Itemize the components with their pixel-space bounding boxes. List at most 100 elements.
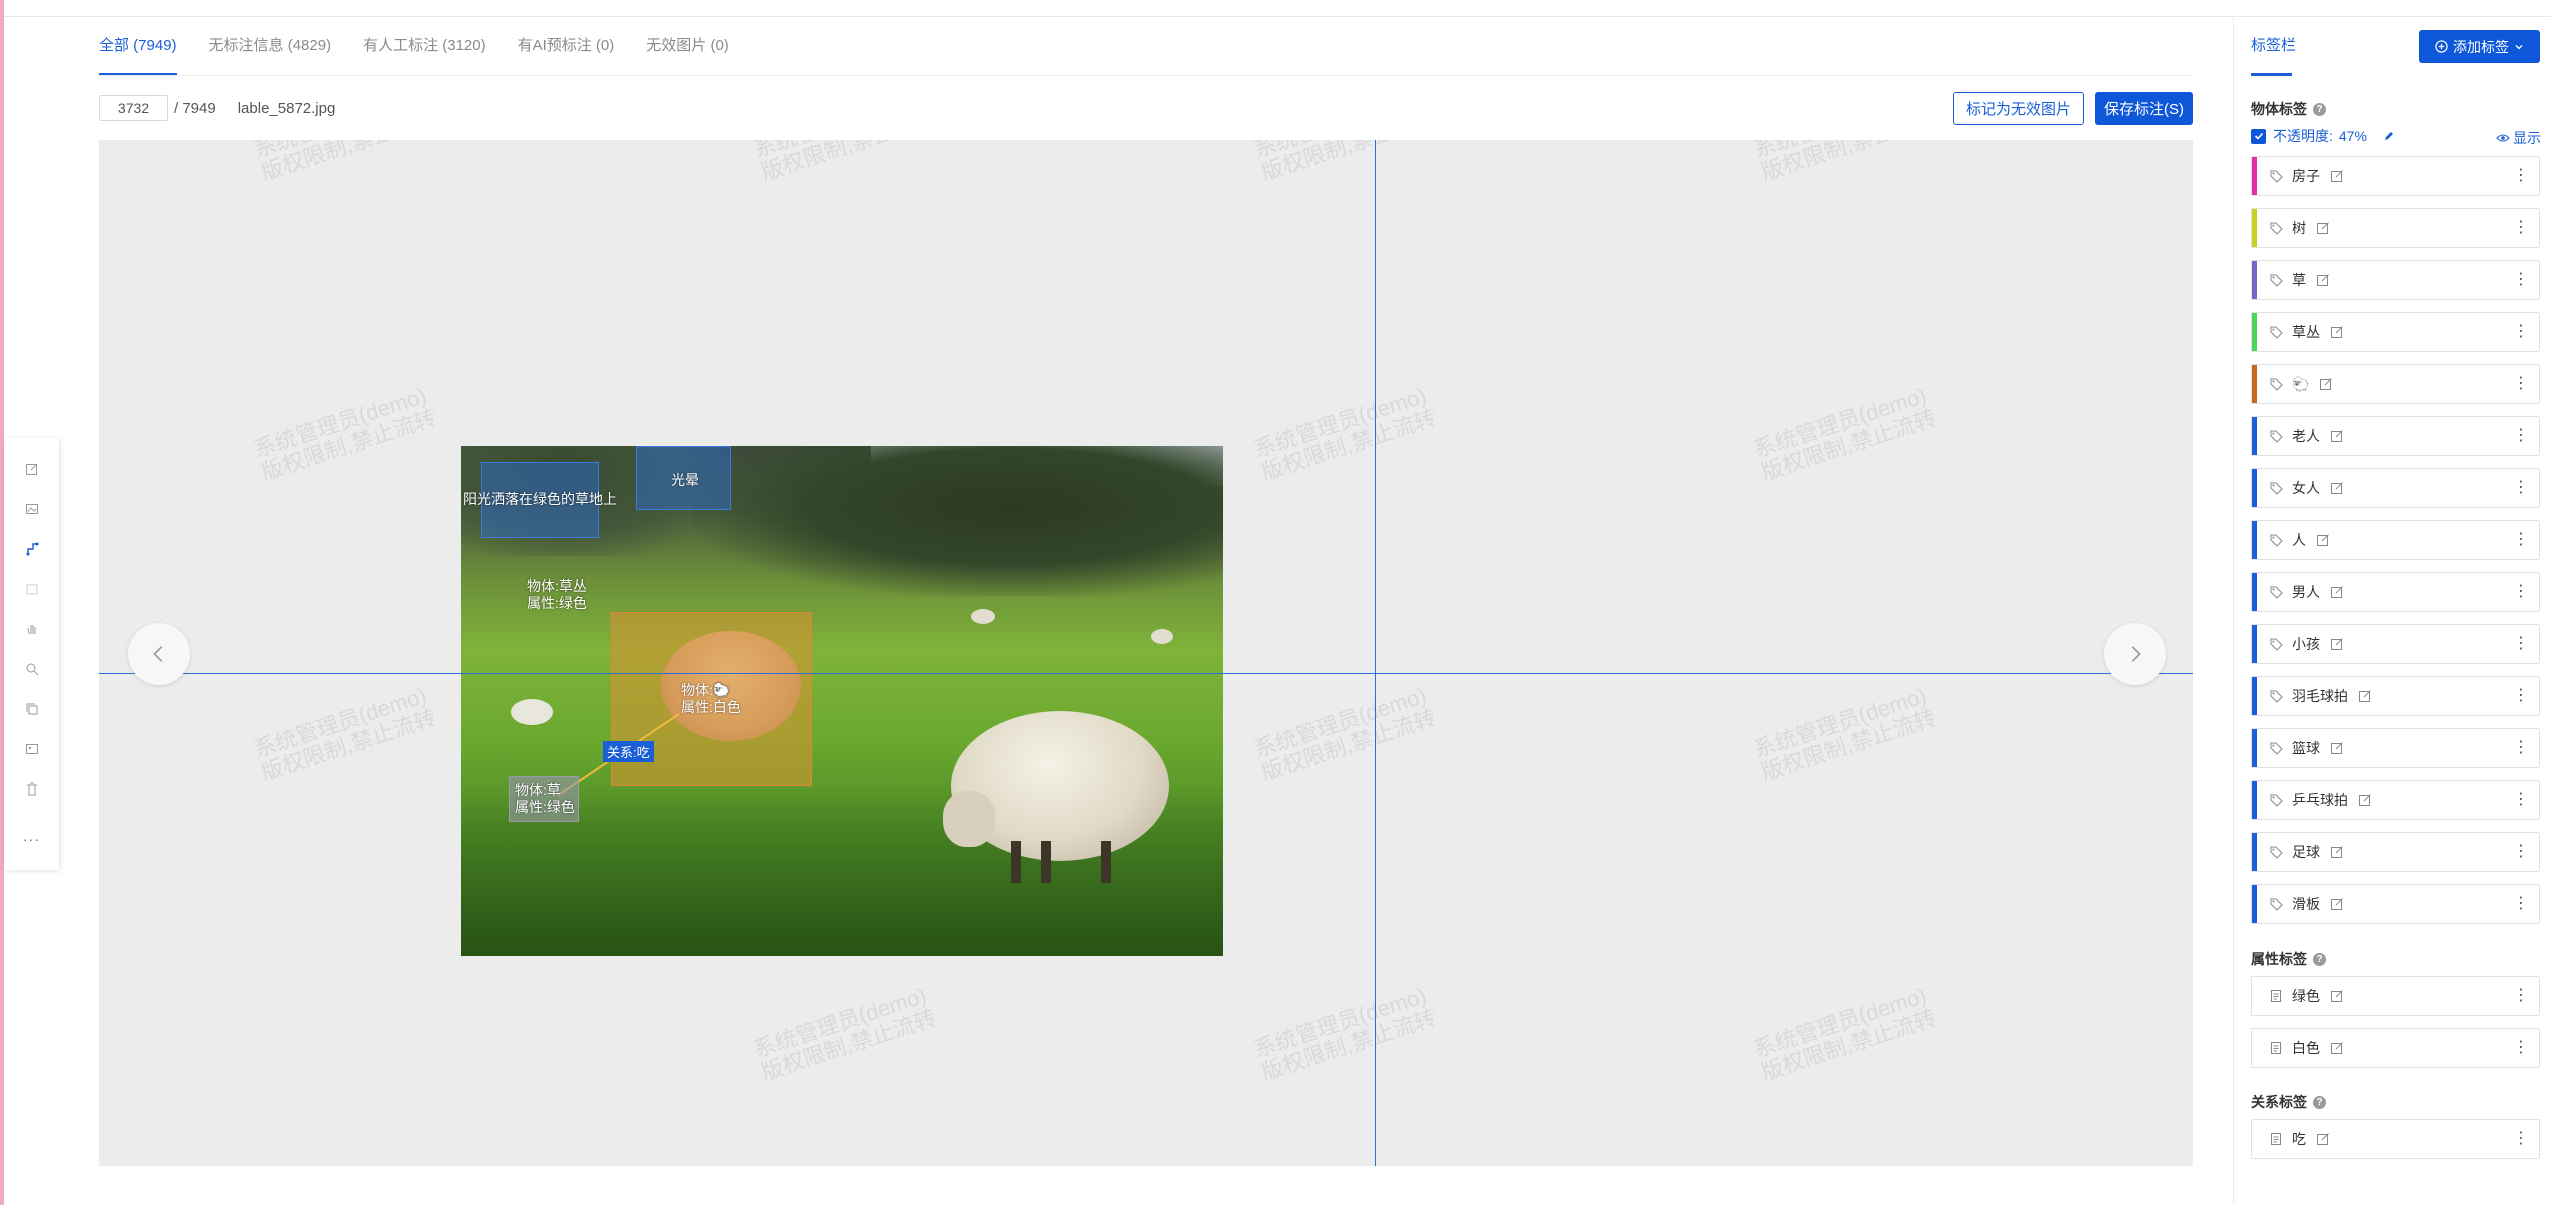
tag-color-stripe bbox=[2252, 833, 2257, 871]
edit-icon[interactable] bbox=[2330, 585, 2344, 599]
delete-tool-button[interactable] bbox=[4, 769, 59, 809]
edit-icon[interactable] bbox=[2358, 793, 2372, 807]
relation-tag-card[interactable]: 吃 ⋮ bbox=[2251, 1119, 2540, 1159]
more-vertical-icon[interactable]: ⋮ bbox=[2513, 583, 2529, 601]
edit-icon[interactable] bbox=[2330, 845, 2344, 859]
tag-color-stripe bbox=[2252, 781, 2257, 819]
save-annotation-button[interactable]: 保存标注(S) bbox=[2095, 92, 2193, 125]
more-vertical-icon[interactable]: ⋮ bbox=[2513, 739, 2529, 757]
tag-name: 足球 bbox=[2292, 844, 2320, 860]
watermark-line: 系统管理员(demo) bbox=[1750, 682, 1930, 763]
more-vertical-icon[interactable]: ⋮ bbox=[2513, 635, 2529, 653]
show-toggle[interactable]: 显示 bbox=[2496, 128, 2541, 148]
more-vertical-icon[interactable]: ⋮ bbox=[2513, 531, 2529, 549]
edit-icon[interactable] bbox=[2316, 533, 2330, 547]
edit-icon[interactable] bbox=[2330, 325, 2344, 339]
more-vertical-icon[interactable]: ⋮ bbox=[2513, 687, 2529, 705]
help-icon[interactable]: ? bbox=[2313, 1095, 2326, 1109]
copy-tool-button[interactable] bbox=[4, 689, 59, 729]
object-tag-card[interactable]: 房子 ⋮ bbox=[2251, 156, 2540, 196]
more-vertical-icon[interactable]: ⋮ bbox=[2513, 843, 2529, 861]
more-vertical-icon[interactable]: ⋮ bbox=[2513, 791, 2529, 809]
object-tag-card[interactable]: 篮球 ⋮ bbox=[2251, 728, 2540, 768]
more-vertical-icon[interactable]: ⋮ bbox=[2513, 479, 2529, 497]
edit-icon[interactable] bbox=[2330, 1041, 2344, 1055]
opacity-label: 不透明度: bbox=[2273, 128, 2333, 144]
watermark-line: 版权限制,禁止流转 bbox=[258, 404, 440, 485]
crop-tool-button[interactable] bbox=[4, 569, 59, 609]
edit-icon[interactable] bbox=[2330, 989, 2344, 1003]
watermark-line: 版权限制,禁止流转 bbox=[1258, 704, 1440, 785]
pencil-icon[interactable] bbox=[2383, 130, 2395, 142]
previous-image-button[interactable] bbox=[128, 623, 190, 685]
edit-icon[interactable] bbox=[2330, 637, 2344, 651]
rectangle-tool-button[interactable] bbox=[4, 449, 59, 489]
hand-tool-button[interactable] bbox=[4, 609, 59, 649]
tag-name: 白色 bbox=[2292, 1040, 2320, 1056]
watermark-line: 系统管理员(demo) bbox=[1250, 382, 1430, 463]
opacity-checkbox[interactable] bbox=[2251, 128, 2266, 144]
more-vertical-icon[interactable]: ⋮ bbox=[2513, 375, 2529, 393]
edit-icon[interactable] bbox=[2330, 429, 2344, 443]
object-tag-card[interactable]: 草 ⋮ bbox=[2251, 260, 2540, 300]
attribute-tag-card[interactable]: 绿色 ⋮ bbox=[2251, 976, 2540, 1016]
edit-icon[interactable] bbox=[2316, 221, 2330, 235]
picture-tool-button[interactable] bbox=[4, 729, 59, 769]
tab-all[interactable]: 全部 (7949) bbox=[99, 18, 177, 76]
tag-color-stripe bbox=[2252, 521, 2257, 559]
polygon-tool-button[interactable] bbox=[4, 529, 59, 569]
object-tag-card[interactable]: 🐑 ⋮ bbox=[2251, 364, 2540, 404]
object-tag-card[interactable]: 人 ⋮ bbox=[2251, 520, 2540, 560]
object-tag-card[interactable]: 女人 ⋮ bbox=[2251, 468, 2540, 508]
object-tag-card[interactable]: 男人 ⋮ bbox=[2251, 572, 2540, 612]
next-image-button[interactable] bbox=[2104, 623, 2166, 685]
object-tags-heading-text: 物体标签 bbox=[2251, 101, 2307, 117]
tab-manual-labeled[interactable]: 有人工标注 (3120) bbox=[363, 18, 486, 76]
mark-invalid-button[interactable]: 标记为无效图片 bbox=[1953, 92, 2084, 125]
edit-icon[interactable] bbox=[2330, 741, 2344, 755]
page-number-input[interactable] bbox=[99, 95, 168, 121]
edit-icon[interactable] bbox=[2330, 481, 2344, 495]
object-tag-card[interactable]: 足球 ⋮ bbox=[2251, 832, 2540, 872]
edit-icon[interactable] bbox=[2330, 169, 2344, 183]
more-vertical-icon[interactable]: ⋮ bbox=[2513, 987, 2529, 1005]
more-vertical-icon[interactable]: ⋮ bbox=[2513, 323, 2529, 341]
object-tag-card[interactable]: 老人 ⋮ bbox=[2251, 416, 2540, 456]
tab-ai-prelabeled[interactable]: 有AI预标注 (0) bbox=[518, 18, 615, 76]
document-icon bbox=[2271, 990, 2281, 1002]
more-tools-button[interactable]: ··· bbox=[4, 819, 59, 859]
more-vertical-icon[interactable]: ⋮ bbox=[2513, 895, 2529, 913]
more-vertical-icon[interactable]: ⋮ bbox=[2513, 271, 2529, 289]
tag-icon bbox=[2270, 222, 2283, 235]
more-vertical-icon[interactable]: ⋮ bbox=[2513, 427, 2529, 445]
object-tag-card[interactable]: 树 ⋮ bbox=[2251, 208, 2540, 248]
edit-icon[interactable] bbox=[2319, 377, 2333, 391]
object-tag-card[interactable]: 乒乓球拍 ⋮ bbox=[2251, 780, 2540, 820]
more-vertical-icon[interactable]: ⋮ bbox=[2513, 167, 2529, 185]
more-vertical-icon[interactable]: ⋮ bbox=[2513, 1130, 2529, 1148]
crosshair-vertical bbox=[1375, 140, 1376, 1166]
help-icon[interactable]: ? bbox=[2313, 102, 2326, 116]
attribute-tag-card[interactable]: 白色 ⋮ bbox=[2251, 1028, 2540, 1068]
watermark-line: 系统管理员(demo) bbox=[251, 140, 432, 162]
object-tag-card[interactable]: 小孩 ⋮ bbox=[2251, 624, 2540, 664]
edit-icon[interactable] bbox=[2358, 689, 2372, 703]
annotation-canvas[interactable]: 系统管理员(demo) 版权限制,禁止流转 系统管理员(demo) 版权限制,禁止流… bbox=[99, 140, 2193, 1166]
tab-invalid-images[interactable]: 无效图片 (0) bbox=[646, 18, 729, 76]
edit-icon[interactable] bbox=[2316, 273, 2330, 287]
label-panel-title[interactable]: 标签栏 bbox=[2251, 34, 2296, 55]
edit-icon[interactable] bbox=[2316, 1132, 2330, 1146]
edit-icon[interactable] bbox=[2330, 897, 2344, 911]
image-tool-button[interactable] bbox=[4, 489, 59, 529]
tab-unlabeled[interactable]: 无标注信息 (4829) bbox=[209, 18, 332, 76]
object-tag-card[interactable]: 滑板 ⋮ bbox=[2251, 884, 2540, 924]
more-vertical-icon[interactable]: ⋮ bbox=[2513, 219, 2529, 237]
more-vertical-icon[interactable]: ⋮ bbox=[2513, 1039, 2529, 1057]
object-tag-card[interactable]: 草丛 ⋮ bbox=[2251, 312, 2540, 352]
zoom-tool-button[interactable] bbox=[4, 649, 59, 689]
relation-tag-eat[interactable]: 关系:吃 bbox=[603, 741, 654, 762]
object-tag-card[interactable]: 羽毛球拍 ⋮ bbox=[2251, 676, 2540, 716]
add-label-button[interactable]: 添加标签 bbox=[2419, 30, 2540, 63]
tag-icon bbox=[2270, 378, 2283, 391]
help-icon[interactable]: ? bbox=[2313, 952, 2326, 966]
